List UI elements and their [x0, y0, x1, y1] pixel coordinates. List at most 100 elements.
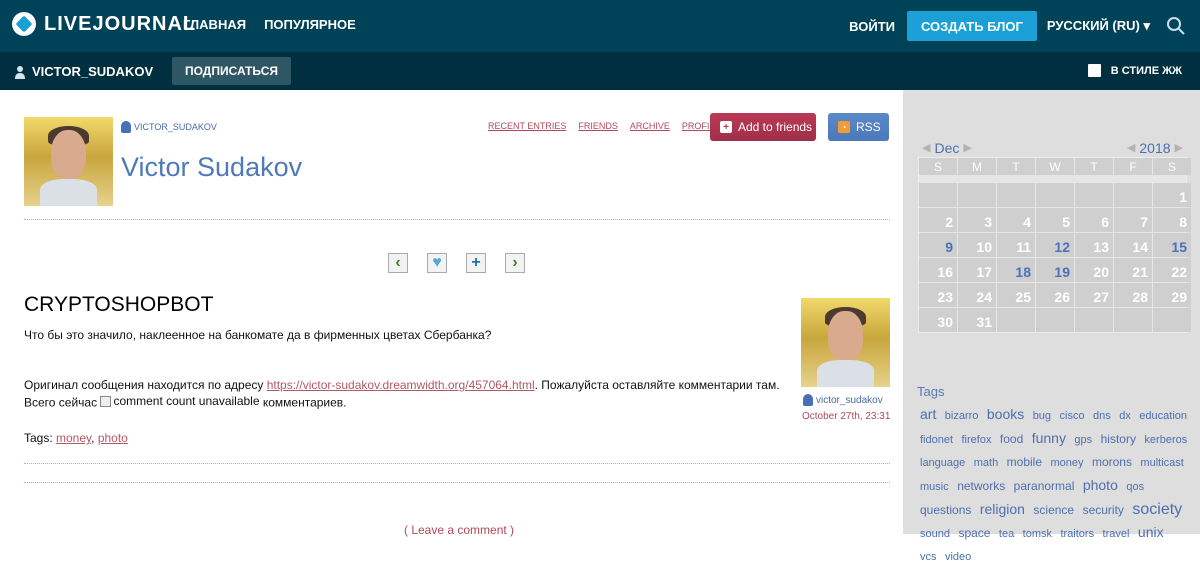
add-tags-button[interactable]: + — [466, 253, 486, 273]
next-month-button[interactable]: ▶ — [963, 141, 971, 154]
tag-link[interactable]: morons — [1092, 455, 1132, 469]
journal-title[interactable]: Victor Sudakov — [121, 152, 302, 183]
memories-button[interactable]: ♥ — [427, 253, 447, 273]
tag-money[interactable]: money — [56, 431, 91, 445]
tag-link[interactable]: qos — [1126, 481, 1144, 493]
search-button[interactable] — [1160, 10, 1192, 42]
add-friends-label: Add to friends — [738, 120, 813, 134]
tag-link[interactable]: travel — [1103, 528, 1130, 540]
user-icon — [121, 121, 131, 133]
next-entry-button[interactable]: › — [505, 253, 525, 273]
comment-prefix: Всего сейчас — [24, 395, 101, 410]
lj-style-checkbox[interactable] — [1087, 64, 1101, 77]
tag-link[interactable]: questions — [920, 503, 971, 517]
tag-link[interactable]: networks — [957, 479, 1005, 493]
tag-link[interactable]: language — [920, 457, 965, 469]
calendar-day: 27 — [1075, 283, 1113, 307]
tag-link[interactable]: art — [920, 406, 936, 422]
tag-link[interactable]: religion — [980, 501, 1025, 517]
tag-link[interactable]: traitors — [1060, 528, 1094, 540]
create-blog-button[interactable]: СОЗДАТЬ БЛОГ — [906, 11, 1037, 41]
calendar-day[interactable]: 15 — [1153, 233, 1191, 257]
original-post-link[interactable]: https://victor-sudakov.dreamwidth.org/45… — [267, 378, 535, 392]
next-year-button[interactable]: ▶ — [1175, 141, 1183, 154]
calendar-day[interactable]: 18 — [997, 258, 1035, 282]
recent-entries-link[interactable]: RECENT ENTRIES — [488, 121, 566, 131]
language-selector[interactable]: РУССКИЙ (RU) ▾ — [1047, 18, 1150, 34]
journal-user[interactable]: VICTOR_SUDAKOV — [14, 64, 153, 79]
post-author-link[interactable]: victor_sudakov — [803, 394, 883, 406]
tag-link[interactable]: dns — [1093, 410, 1111, 422]
lj-style-label: В СТИЛЕ ЖЖ — [1110, 64, 1182, 77]
calendar-day: 7 — [1114, 208, 1152, 232]
tag-link[interactable]: fidonet — [920, 434, 953, 446]
login-button[interactable]: ВОЙТИ — [849, 19, 895, 34]
calendar-day: 2 — [919, 208, 957, 232]
leave-comment-link[interactable]: ( Leave a comment ) — [404, 523, 514, 537]
tag-link[interactable]: money — [1050, 457, 1083, 469]
calendar-day[interactable]: 19 — [1036, 258, 1074, 282]
journal-avatar[interactable] — [24, 117, 113, 206]
header-user-link[interactable]: VICTOR_SUDAKOV — [121, 121, 217, 135]
tag-link[interactable]: funny — [1032, 430, 1066, 446]
tag-photo[interactable]: photo — [98, 431, 128, 445]
post-tags: Tags: money, photo — [24, 431, 128, 445]
tag-link[interactable]: kerberos — [1144, 434, 1187, 446]
rss-button[interactable]: ◔ RSS — [828, 113, 889, 141]
tag-link[interactable]: science — [1033, 503, 1074, 517]
tag-link[interactable]: cisco — [1060, 410, 1085, 422]
calendar-empty-cell — [1075, 183, 1113, 207]
lj-style-toggle[interactable]: В СТИЛЕ ЖЖ — [1087, 64, 1182, 77]
tag-link[interactable]: tea — [999, 528, 1014, 540]
tag-link[interactable]: tomsk — [1023, 528, 1052, 540]
tag-link[interactable]: multicast — [1140, 457, 1183, 469]
tag-link[interactable]: bizarro — [945, 410, 979, 422]
tag-link[interactable]: mobile — [1007, 455, 1042, 469]
journal-links: RECENT ENTRIES FRIENDS ARCHIVE PROFILE — [488, 121, 720, 131]
tag-link[interactable]: video — [945, 551, 971, 563]
previous-month-button[interactable]: ◀ — [922, 141, 930, 154]
previous-entry-button[interactable]: ‹ — [388, 253, 408, 273]
calendar-day: 13 — [1075, 233, 1113, 257]
tag-link[interactable]: bug — [1033, 410, 1051, 422]
friends-link[interactable]: FRIENDS — [578, 121, 618, 131]
livejournal-logo[interactable]: LIVEJOURNAL — [12, 12, 196, 36]
tag-link[interactable]: society — [1132, 501, 1182, 518]
nav-main[interactable]: ГЛАВНАЯ — [183, 17, 246, 32]
tag-link[interactable]: security — [1083, 503, 1124, 517]
tag-link[interactable]: history — [1101, 432, 1136, 446]
brand-name: LIVEJOURNAL — [44, 12, 197, 35]
tag-link[interactable]: photo — [1083, 477, 1118, 493]
nav-popular[interactable]: ПОПУЛЯРНОЕ — [264, 17, 356, 32]
tag-link[interactable]: gps — [1074, 434, 1092, 446]
tag-link[interactable]: space — [958, 526, 990, 540]
archive-link[interactable]: ARCHIVE — [630, 121, 670, 131]
subscribe-button[interactable]: ПОДПИСАТЬСЯ — [172, 57, 291, 85]
top-right-actions: ВОЙТИ СОЗДАТЬ БЛОГ РУССКИЙ (RU) ▾ — [849, 0, 1200, 52]
tag-link[interactable]: vcs — [920, 551, 937, 563]
previous-year-button[interactable]: ◀ — [1127, 141, 1135, 154]
month-label: Dec — [934, 139, 960, 156]
calendar-day[interactable]: 12 — [1036, 233, 1074, 257]
broken-image-icon — [100, 395, 112, 407]
tag-link[interactable]: food — [1000, 432, 1023, 446]
broken-image: comment count unavailable — [100, 393, 260, 409]
post-divider-1 — [24, 463, 890, 464]
tag-link[interactable]: unix — [1138, 524, 1164, 540]
tag-link[interactable]: music — [920, 481, 949, 493]
tag-link[interactable]: sound — [920, 528, 950, 540]
calendar-day[interactable]: 9 — [919, 233, 957, 257]
calendar-grid: S M T W T F S 1 2 3 4 5 6 7 8 9 10 11 12 13 14 15 16 17 1… — [918, 157, 1191, 333]
tag-link[interactable]: firefox — [961, 434, 991, 446]
calendar: ◀ Dec ▶ ◀ 2018 ▶ S M T W T F S 123456789… — [918, 138, 1191, 333]
calendar-empty-cell — [1114, 308, 1152, 332]
tag-link[interactable]: math — [974, 457, 998, 469]
tag-link[interactable]: education — [1139, 410, 1187, 422]
calendar-day-header: W — [1036, 158, 1074, 175]
tag-link[interactable]: dx — [1119, 410, 1131, 422]
post-author-avatar[interactable] — [801, 298, 890, 387]
calendar-day: 3 — [958, 208, 996, 232]
tag-link[interactable]: paranormal — [1014, 479, 1075, 493]
tag-link[interactable]: books — [987, 406, 1024, 422]
add-to-friends-button[interactable]: + Add to friends — [710, 113, 816, 141]
